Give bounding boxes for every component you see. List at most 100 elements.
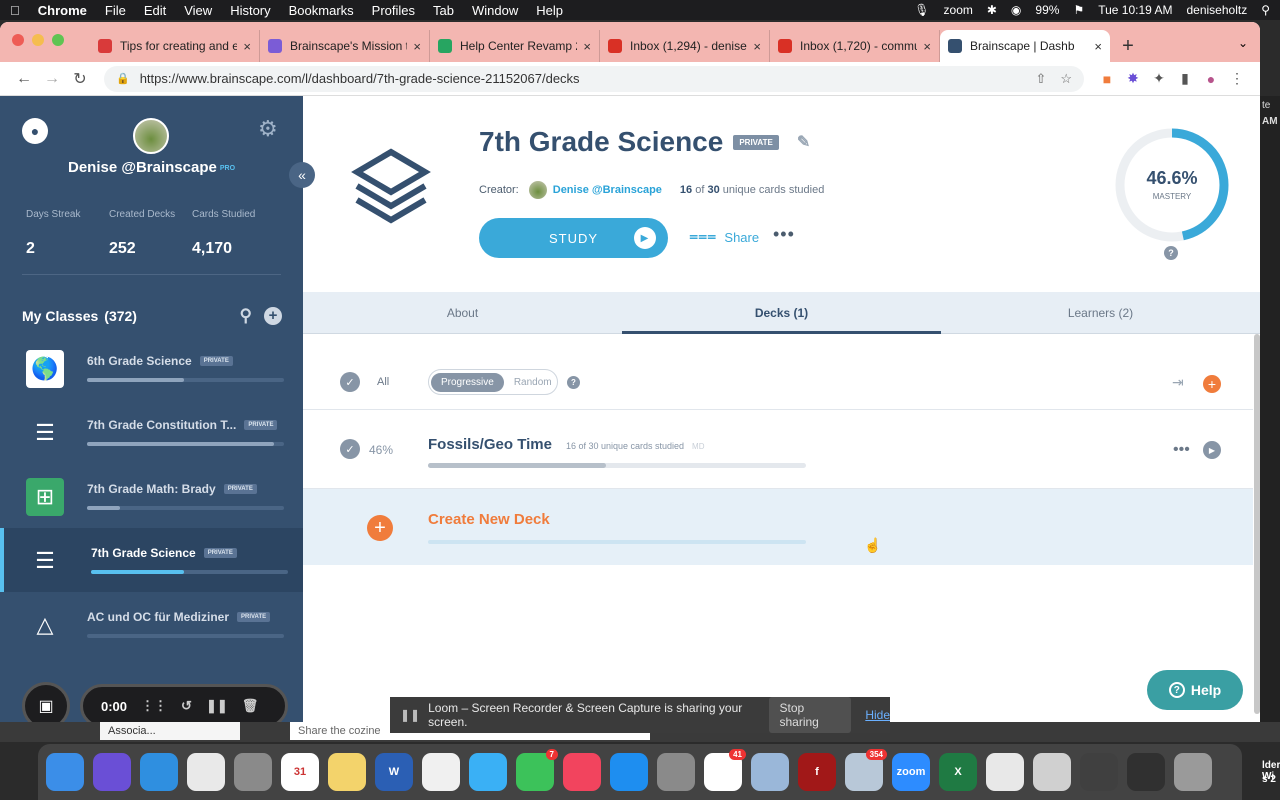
close-tab-icon[interactable]: × (753, 39, 761, 54)
create-deck-row[interactable]: + Create New Deck (303, 489, 1253, 565)
close-tab-icon[interactable]: × (923, 39, 931, 54)
user-menu[interactable]: deniseholtz (1186, 3, 1247, 17)
dock-siri-icon[interactable] (93, 753, 131, 791)
brainscape-logo-icon[interactable]: ● (22, 118, 48, 144)
menu-view[interactable]: View (184, 3, 212, 18)
menu-help[interactable]: Help (536, 3, 563, 18)
reload-button[interactable]: ↻ (66, 69, 94, 89)
wifi-icon[interactable]: ◉ (1011, 3, 1021, 17)
battery-percent[interactable]: 99% (1035, 3, 1059, 17)
extension-gear-icon[interactable]: ✸ (1120, 70, 1146, 87)
user-avatar[interactable] (133, 118, 169, 154)
menu-profiles[interactable]: Profiles (372, 3, 415, 18)
share-button[interactable]: ⩶ Share (689, 228, 759, 246)
new-tab-button[interactable]: + (1110, 30, 1146, 62)
dock-doc2-icon[interactable] (1033, 753, 1071, 791)
tab-about[interactable]: About (303, 292, 622, 333)
chrome-menu-icon[interactable]: ⋮ (1224, 70, 1250, 87)
dock-calendar-icon[interactable]: 31 (281, 753, 319, 791)
dock-preview-icon[interactable] (751, 753, 789, 791)
extensions-puzzle-icon[interactable]: ✦ (1146, 70, 1172, 87)
sidebar-class-item[interactable]: △ AC und OC für Mediziner PRIVATE (0, 592, 303, 656)
sidebar-class-item[interactable]: ⊞ 7th Grade Math: Brady PRIVATE (0, 464, 303, 528)
creator-name-link[interactable]: Denise @Brainscape (553, 184, 662, 196)
create-deck-plus-icon[interactable]: + (367, 515, 393, 541)
extension-hubspot-icon[interactable]: ■ (1094, 71, 1120, 87)
browser-tab[interactable]: Inbox (1,720) - commu × (770, 30, 940, 62)
mode-help-icon[interactable]: ? (567, 376, 580, 389)
dock-flash-icon[interactable]: f (798, 753, 836, 791)
menu-edit[interactable]: Edit (144, 3, 166, 18)
collapse-sidebar-icon[interactable]: « (289, 162, 315, 188)
edit-pencil-icon[interactable]: ✎ (797, 132, 810, 152)
menu-tab[interactable]: Tab (433, 3, 454, 18)
dock-notes-icon[interactable] (328, 753, 366, 791)
menu-history[interactable]: History (230, 3, 270, 18)
settings-gear-icon[interactable]: ⚙ (258, 116, 278, 142)
dock-facetime-icon[interactable]: 7 (516, 749, 558, 791)
menu-file[interactable]: File (105, 3, 126, 18)
sidebar-class-item[interactable]: ☰ 7th Grade Science PRIVATE (0, 528, 303, 592)
deck-play-icon[interactable]: ▶ (1203, 441, 1221, 459)
dock-appstore-icon[interactable] (610, 753, 648, 791)
dock-slack-icon[interactable]: 41 (704, 749, 746, 791)
import-export-icon[interactable]: ⇥ (1172, 374, 1184, 391)
maximize-window-icon[interactable] (52, 34, 64, 46)
close-tab-icon[interactable]: × (1094, 39, 1102, 54)
more-options-icon[interactable]: ••• (773, 224, 795, 245)
sidebar-class-item[interactable]: ☰ 7th Grade Constitution T... PRIVATE (0, 400, 303, 464)
apple-icon[interactable]:  (10, 3, 20, 18)
search-classes-icon[interactable]: ⚲ (240, 306, 252, 326)
deck-row[interactable]: ✓ 46% Fossils/Geo Time 16 of 30 unique c… (303, 411, 1253, 489)
lock-icon[interactable]: 🔒 (116, 72, 130, 85)
stop-sharing-button[interactable]: Stop sharing (769, 697, 852, 733)
dock-zoom-icon[interactable]: zoom (892, 753, 930, 791)
add-class-icon[interactable]: + (264, 307, 282, 325)
deck-checkbox[interactable]: ✓ (340, 439, 360, 459)
close-window-icon[interactable] (12, 34, 24, 46)
browser-tab[interactable]: Help Center Revamp 20 × (430, 30, 600, 62)
drag-handle-icon[interactable]: ⋮⋮ (141, 698, 167, 714)
menu-window[interactable]: Window (472, 3, 518, 18)
dock-trash-icon[interactable] (1174, 753, 1212, 791)
address-bar[interactable]: 🔒 https://www.brainscape.com/l/dashboard… (104, 65, 1084, 92)
dock-doc3-icon[interactable] (1080, 753, 1118, 791)
hide-button[interactable]: Hide (865, 708, 890, 722)
dock-settings-icon[interactable] (657, 753, 695, 791)
close-tab-icon[interactable]: × (583, 39, 591, 54)
pause-icon[interactable]: ❚❚ (206, 698, 228, 714)
flag-icon[interactable]: ⚑ (1073, 3, 1084, 17)
dock-doc4-icon[interactable] (1127, 753, 1165, 791)
help-button[interactable]: ? Help (1147, 670, 1243, 710)
create-deck-label[interactable]: Create New Deck (428, 511, 550, 528)
clock[interactable]: Tue 10:19 AM (1098, 3, 1172, 17)
share-page-icon[interactable]: ⇧ (1035, 71, 1046, 87)
bluetooth-icon[interactable]: ✱ (987, 3, 997, 17)
mode-random[interactable]: Random (504, 377, 562, 388)
search-icon[interactable]: ⚲ (1261, 3, 1270, 17)
close-tab-icon[interactable]: × (413, 39, 421, 54)
camera-icon[interactable]: ▣ (22, 682, 70, 722)
study-mode-toggle[interactable]: Progressive Random (428, 369, 558, 395)
study-button[interactable]: STUDY ▶ (479, 218, 668, 258)
profile-avatar-icon[interactable]: ● (1198, 71, 1224, 87)
browser-tab[interactable]: Tips for creating and e × (90, 30, 260, 62)
user-name[interactable]: Denise @Brainscape PRO (0, 159, 303, 176)
dock-music-icon[interactable] (563, 753, 601, 791)
forward-button[interactable]: → (38, 70, 66, 88)
deck-more-options-icon[interactable]: ••• (1173, 441, 1190, 459)
minimize-window-icon[interactable] (32, 34, 44, 46)
trash-icon[interactable]: 🗑 (242, 698, 259, 714)
menu-bookmarks[interactable]: Bookmarks (289, 3, 354, 18)
browser-tab[interactable]: Brainscape's Mission to × (260, 30, 430, 62)
sidepanel-icon[interactable]: ▮ (1172, 70, 1198, 87)
loom-pause-icon[interactable]: ❚❚ (400, 708, 420, 722)
tab-search-icon[interactable]: ⌄ (1238, 36, 1248, 50)
deck-name[interactable]: Fossils/Geo Time (428, 436, 552, 453)
app-menu-chrome[interactable]: Chrome (38, 3, 87, 18)
dock-launchpad-icon[interactable] (234, 753, 272, 791)
dock-messages-icon[interactable] (469, 753, 507, 791)
zoom-status[interactable]: zoom (944, 3, 973, 17)
tab-learners[interactable]: Learners (2) (941, 292, 1260, 333)
close-tab-icon[interactable]: × (243, 39, 251, 54)
